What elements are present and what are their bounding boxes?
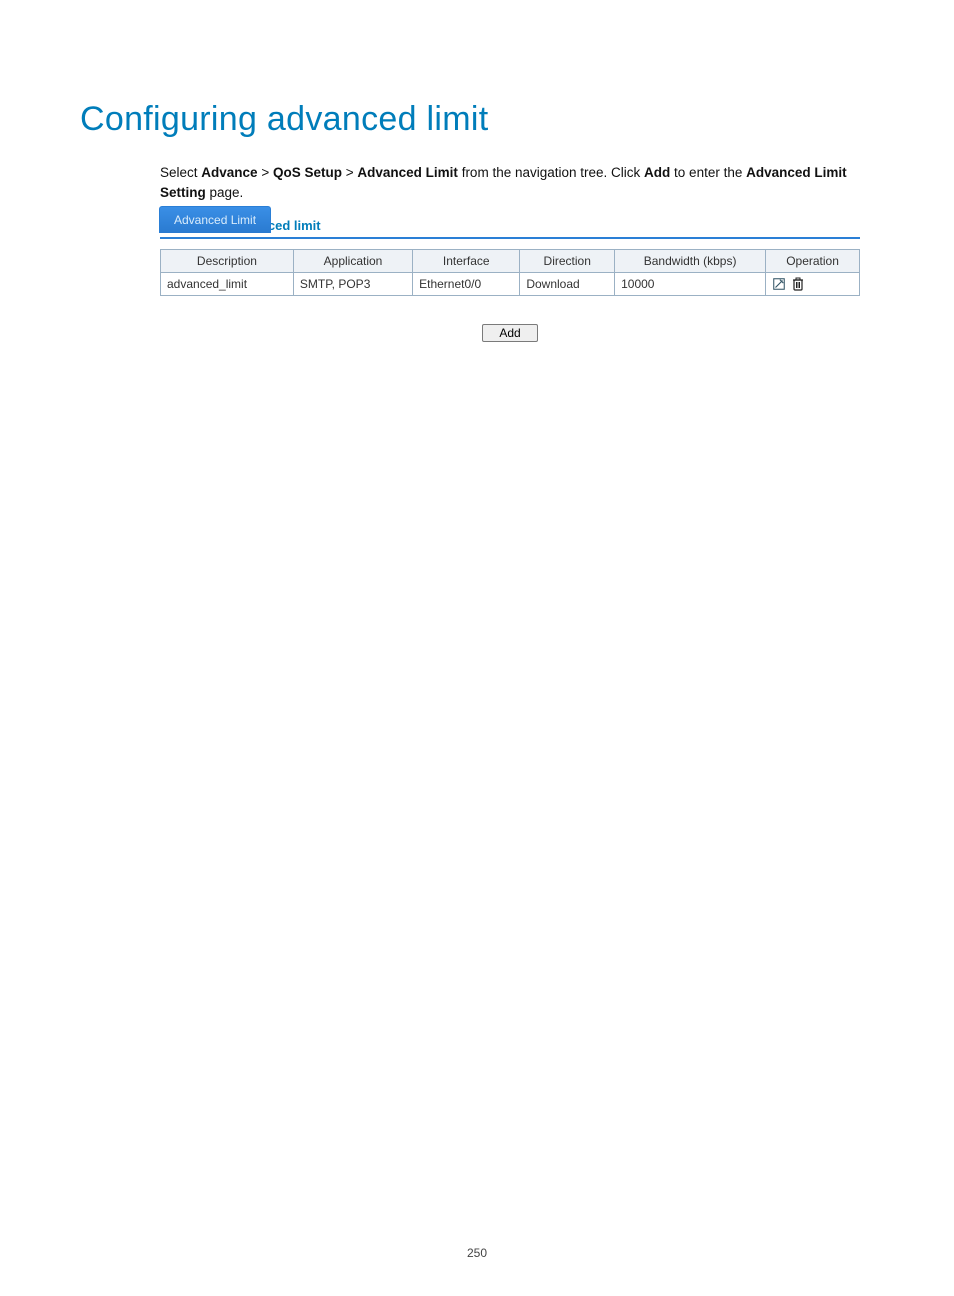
cell-direction: Download xyxy=(520,272,615,295)
delete-icon[interactable] xyxy=(792,277,804,291)
breadcrumb-advance: Advance xyxy=(201,165,257,180)
cell-application: SMTP, POP3 xyxy=(293,272,412,295)
page-number: 250 xyxy=(0,1246,954,1260)
col-direction: Direction xyxy=(520,249,615,272)
edit-icon[interactable] xyxy=(772,277,786,291)
col-operation: Operation xyxy=(766,249,860,272)
intro-paragraph: Select Advance > QoS Setup > Advanced Li… xyxy=(160,163,874,204)
text: page. xyxy=(210,185,244,200)
table-row: advanced_limit SMTP, POP3 Ethernet0/0 Do… xyxy=(161,272,860,295)
add-button[interactable]: Add xyxy=(482,324,537,342)
col-application: Application xyxy=(293,249,412,272)
text-add: Add xyxy=(644,165,670,180)
col-interface: Interface xyxy=(413,249,520,272)
col-bandwidth: Bandwidth (kbps) xyxy=(615,249,766,272)
text: > xyxy=(261,165,273,180)
cell-interface: Ethernet0/0 xyxy=(413,272,520,295)
text: to enter the xyxy=(674,165,746,180)
cell-operation xyxy=(766,272,860,295)
text: Select xyxy=(160,165,201,180)
page-title: Configuring advanced limit xyxy=(80,100,874,139)
breadcrumb-advanced-limit: Advanced Limit xyxy=(357,165,458,180)
text: > xyxy=(346,165,358,180)
breadcrumb-qos-setup: QoS Setup xyxy=(273,165,342,180)
document-page: Configuring advanced limit Select Advanc… xyxy=(0,0,954,1296)
text: from the navigation tree. Click xyxy=(462,165,644,180)
cell-description: advanced_limit xyxy=(161,272,294,295)
tab-advanced-limit[interactable]: Advanced Limit xyxy=(159,206,271,233)
cell-bandwidth: 10000 xyxy=(615,272,766,295)
